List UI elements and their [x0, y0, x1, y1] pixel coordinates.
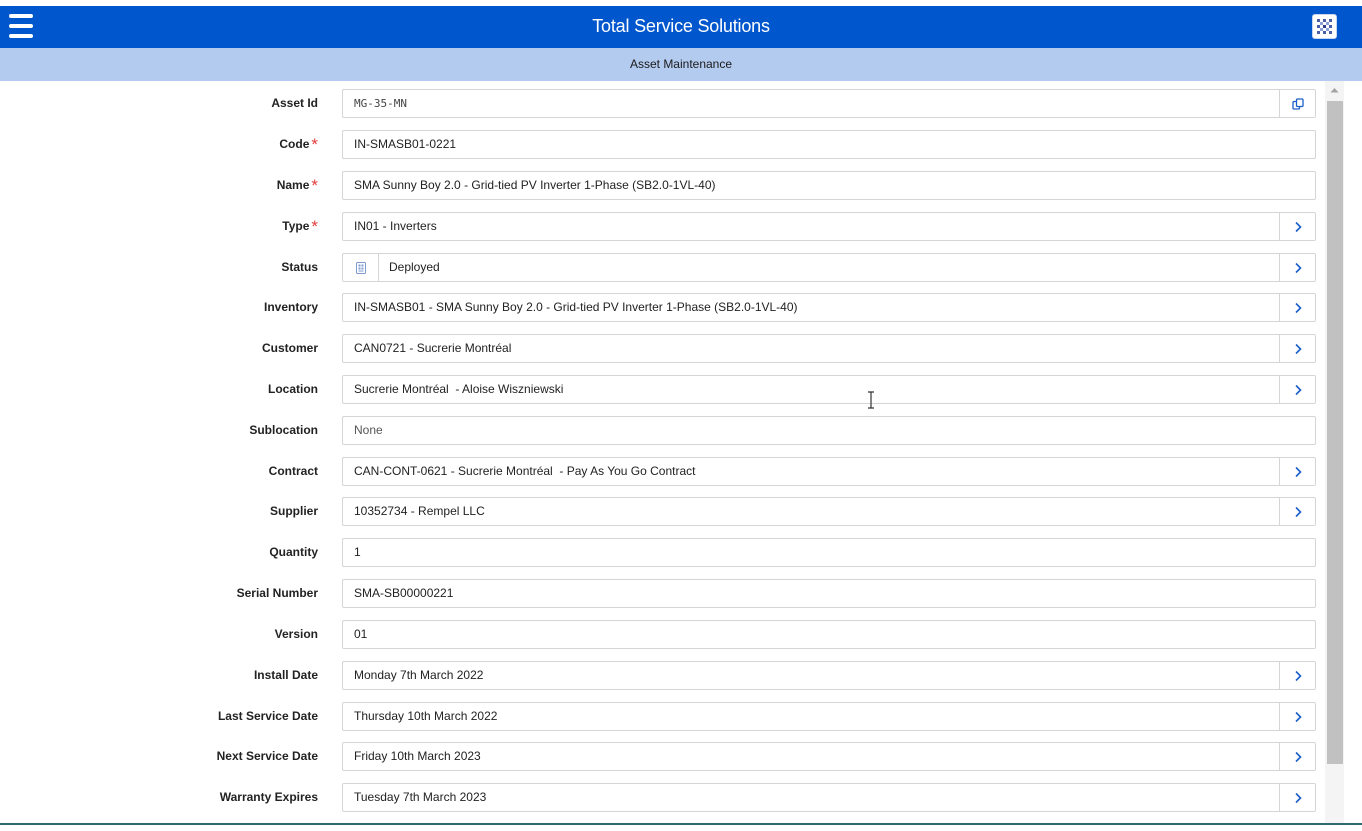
contract-value: CAN-CONT-0621 - Sucrerie Montréal - Pay … [354, 464, 696, 478]
row-name: Name * SMA Sunny Boy 2.0 - Grid-tied PV I… [0, 171, 1320, 201]
chevron-right-icon[interactable] [1279, 498, 1315, 525]
code-field[interactable]: IN-SMASB01-0221 [342, 130, 1316, 159]
serial-number-field[interactable]: SMA-SB00000221 [342, 579, 1316, 608]
inventory-field[interactable]: IN-SMASB01 - SMA Sunny Boy 2.0 - Grid-ti… [342, 293, 1316, 322]
chevron-right-icon[interactable] [1279, 254, 1315, 281]
row-code: Code * IN-SMASB01-0221 [0, 130, 1320, 160]
row-location: Location Sucrerie Montréal - Aloise Wisz… [0, 375, 1320, 405]
chevron-right-icon[interactable] [1279, 743, 1315, 770]
location-field[interactable]: Sucrerie Montréal - Aloise Wiszniewski [342, 375, 1316, 404]
name-label: Name * [276, 176, 318, 195]
version-label: Version [274, 627, 318, 641]
next-service-date-field[interactable]: Friday 10th March 2023 [342, 742, 1316, 771]
status-field[interactable]: Deployed [342, 253, 1316, 282]
asset-form: Asset Id MG-35-MN Code * IN-SMASB01-0221 … [0, 81, 1362, 823]
contract-label: Contract [268, 464, 318, 478]
next-service-date-value: Friday 10th March 2023 [354, 749, 481, 763]
install-date-value: Monday 7th March 2022 [354, 668, 484, 682]
required-marker: * [311, 217, 318, 236]
scrollbar-thumb[interactable] [1327, 101, 1343, 764]
text-cursor-icon [868, 391, 874, 409]
warranty-expires-field[interactable]: Tuesday 7th March 2023 [342, 783, 1316, 812]
supplier-value: 10352734 - Rempel LLC [354, 504, 485, 518]
type-value: IN01 - Inverters [354, 219, 437, 233]
next-service-date-label: Next Service Date [216, 749, 318, 763]
customer-value: CAN0721 - Sucrerie Montréal [354, 341, 512, 355]
row-warranty-expires: Warranty Expires Tuesday 7th March 2023 [0, 783, 1320, 813]
row-supplier: Supplier 10352734 - Rempel LLC [0, 497, 1320, 527]
scroll-up-arrow-icon[interactable] [1325, 81, 1344, 99]
row-serial-number: Serial Number SMA-SB00000221 [0, 579, 1320, 609]
row-asset-id: Asset Id MG-35-MN [0, 89, 1320, 119]
copy-icon[interactable] [1279, 90, 1315, 117]
install-date-label: Install Date [253, 668, 318, 682]
row-sublocation: Sublocation None [0, 416, 1320, 446]
quantity-label: Quantity [269, 545, 318, 559]
row-contract: Contract CAN-CONT-0621 - Sucrerie Montré… [0, 457, 1320, 487]
warranty-expires-label: Warranty Expires [219, 790, 318, 804]
quantity-field[interactable]: 1 [342, 538, 1316, 567]
status-value: Deployed [389, 260, 440, 274]
asset-id-label: Asset Id [271, 96, 318, 110]
chevron-right-icon[interactable] [1279, 784, 1315, 811]
code-value: IN-SMASB01-0221 [354, 137, 457, 151]
row-type: Type * IN01 - Inverters [0, 212, 1320, 242]
inventory-label: Inventory [263, 300, 318, 314]
chevron-right-icon[interactable] [1279, 376, 1315, 403]
bottom-divider [0, 823, 1362, 825]
serial-number-label: Serial Number [236, 586, 318, 600]
required-marker: * [311, 135, 318, 154]
chevron-right-icon[interactable] [1279, 703, 1315, 730]
row-customer: Customer CAN0721 - Sucrerie Montréal [0, 334, 1320, 364]
chevron-right-icon[interactable] [1279, 662, 1315, 689]
row-status: Status Deployed [0, 253, 1320, 283]
install-date-field[interactable]: Monday 7th March 2022 [342, 661, 1316, 690]
row-last-service-date: Last Service Date Thursday 10th March 20… [0, 702, 1320, 732]
version-field[interactable]: 01 [342, 620, 1316, 649]
qr-grid-icon[interactable] [1312, 14, 1337, 39]
supplier-field[interactable]: 10352734 - Rempel LLC [342, 497, 1316, 526]
app-title: Total Service Solutions [592, 16, 770, 36]
supplier-label: Supplier [269, 504, 318, 518]
name-value: SMA Sunny Boy 2.0 - Grid-tied PV Inverte… [354, 178, 716, 192]
warranty-expires-value: Tuesday 7th March 2023 [354, 790, 487, 804]
chevron-right-icon[interactable] [1279, 458, 1315, 485]
asset-id-value: MG-35-MN [354, 97, 407, 110]
vertical-scrollbar[interactable] [1325, 81, 1344, 823]
location-value: Sucrerie Montréal - Aloise Wiszniewski [354, 382, 564, 396]
contract-field[interactable]: CAN-CONT-0621 - Sucrerie Montréal - Pay … [342, 457, 1316, 486]
sublocation-field[interactable]: None [342, 416, 1316, 445]
location-label: Location [268, 382, 318, 396]
last-service-date-field[interactable]: Thursday 10th March 2022 [342, 702, 1316, 731]
customer-field[interactable]: CAN0721 - Sucrerie Montréal [342, 334, 1316, 363]
type-field[interactable]: IN01 - Inverters [342, 212, 1316, 241]
app-header: Total Service Solutions [0, 6, 1362, 48]
status-grid-icon [343, 254, 379, 281]
status-label: Status [281, 260, 318, 274]
customer-label: Customer [261, 341, 318, 355]
chevron-right-icon[interactable] [1279, 335, 1315, 362]
page-subtitle: Asset Maintenance [0, 48, 1362, 81]
row-inventory: Inventory IN-SMASB01 - SMA Sunny Boy 2.0… [0, 293, 1320, 323]
code-label: Code * [279, 135, 318, 154]
last-service-date-label: Last Service Date [217, 709, 318, 723]
row-quantity: Quantity 1 [0, 538, 1320, 568]
required-marker: * [311, 176, 318, 195]
type-label: Type * [282, 217, 318, 236]
last-service-date-value: Thursday 10th March 2022 [354, 709, 498, 723]
quantity-value: 1 [354, 545, 361, 559]
name-field[interactable]: SMA Sunny Boy 2.0 - Grid-tied PV Inverte… [342, 171, 1316, 200]
sublocation-value: None [354, 423, 383, 437]
row-version: Version 01 [0, 620, 1320, 650]
version-value: 01 [354, 627, 368, 641]
sublocation-label: Sublocation [249, 423, 318, 437]
serial-number-value: SMA-SB00000221 [354, 586, 454, 600]
row-next-service-date: Next Service Date Friday 10th March 2023 [0, 742, 1320, 772]
asset-id-field[interactable]: MG-35-MN [342, 89, 1316, 118]
row-install-date: Install Date Monday 7th March 2022 [0, 661, 1320, 691]
inventory-value: IN-SMASB01 - SMA Sunny Boy 2.0 - Grid-ti… [354, 300, 798, 314]
chevron-right-icon[interactable] [1279, 213, 1315, 240]
chevron-right-icon[interactable] [1279, 294, 1315, 321]
